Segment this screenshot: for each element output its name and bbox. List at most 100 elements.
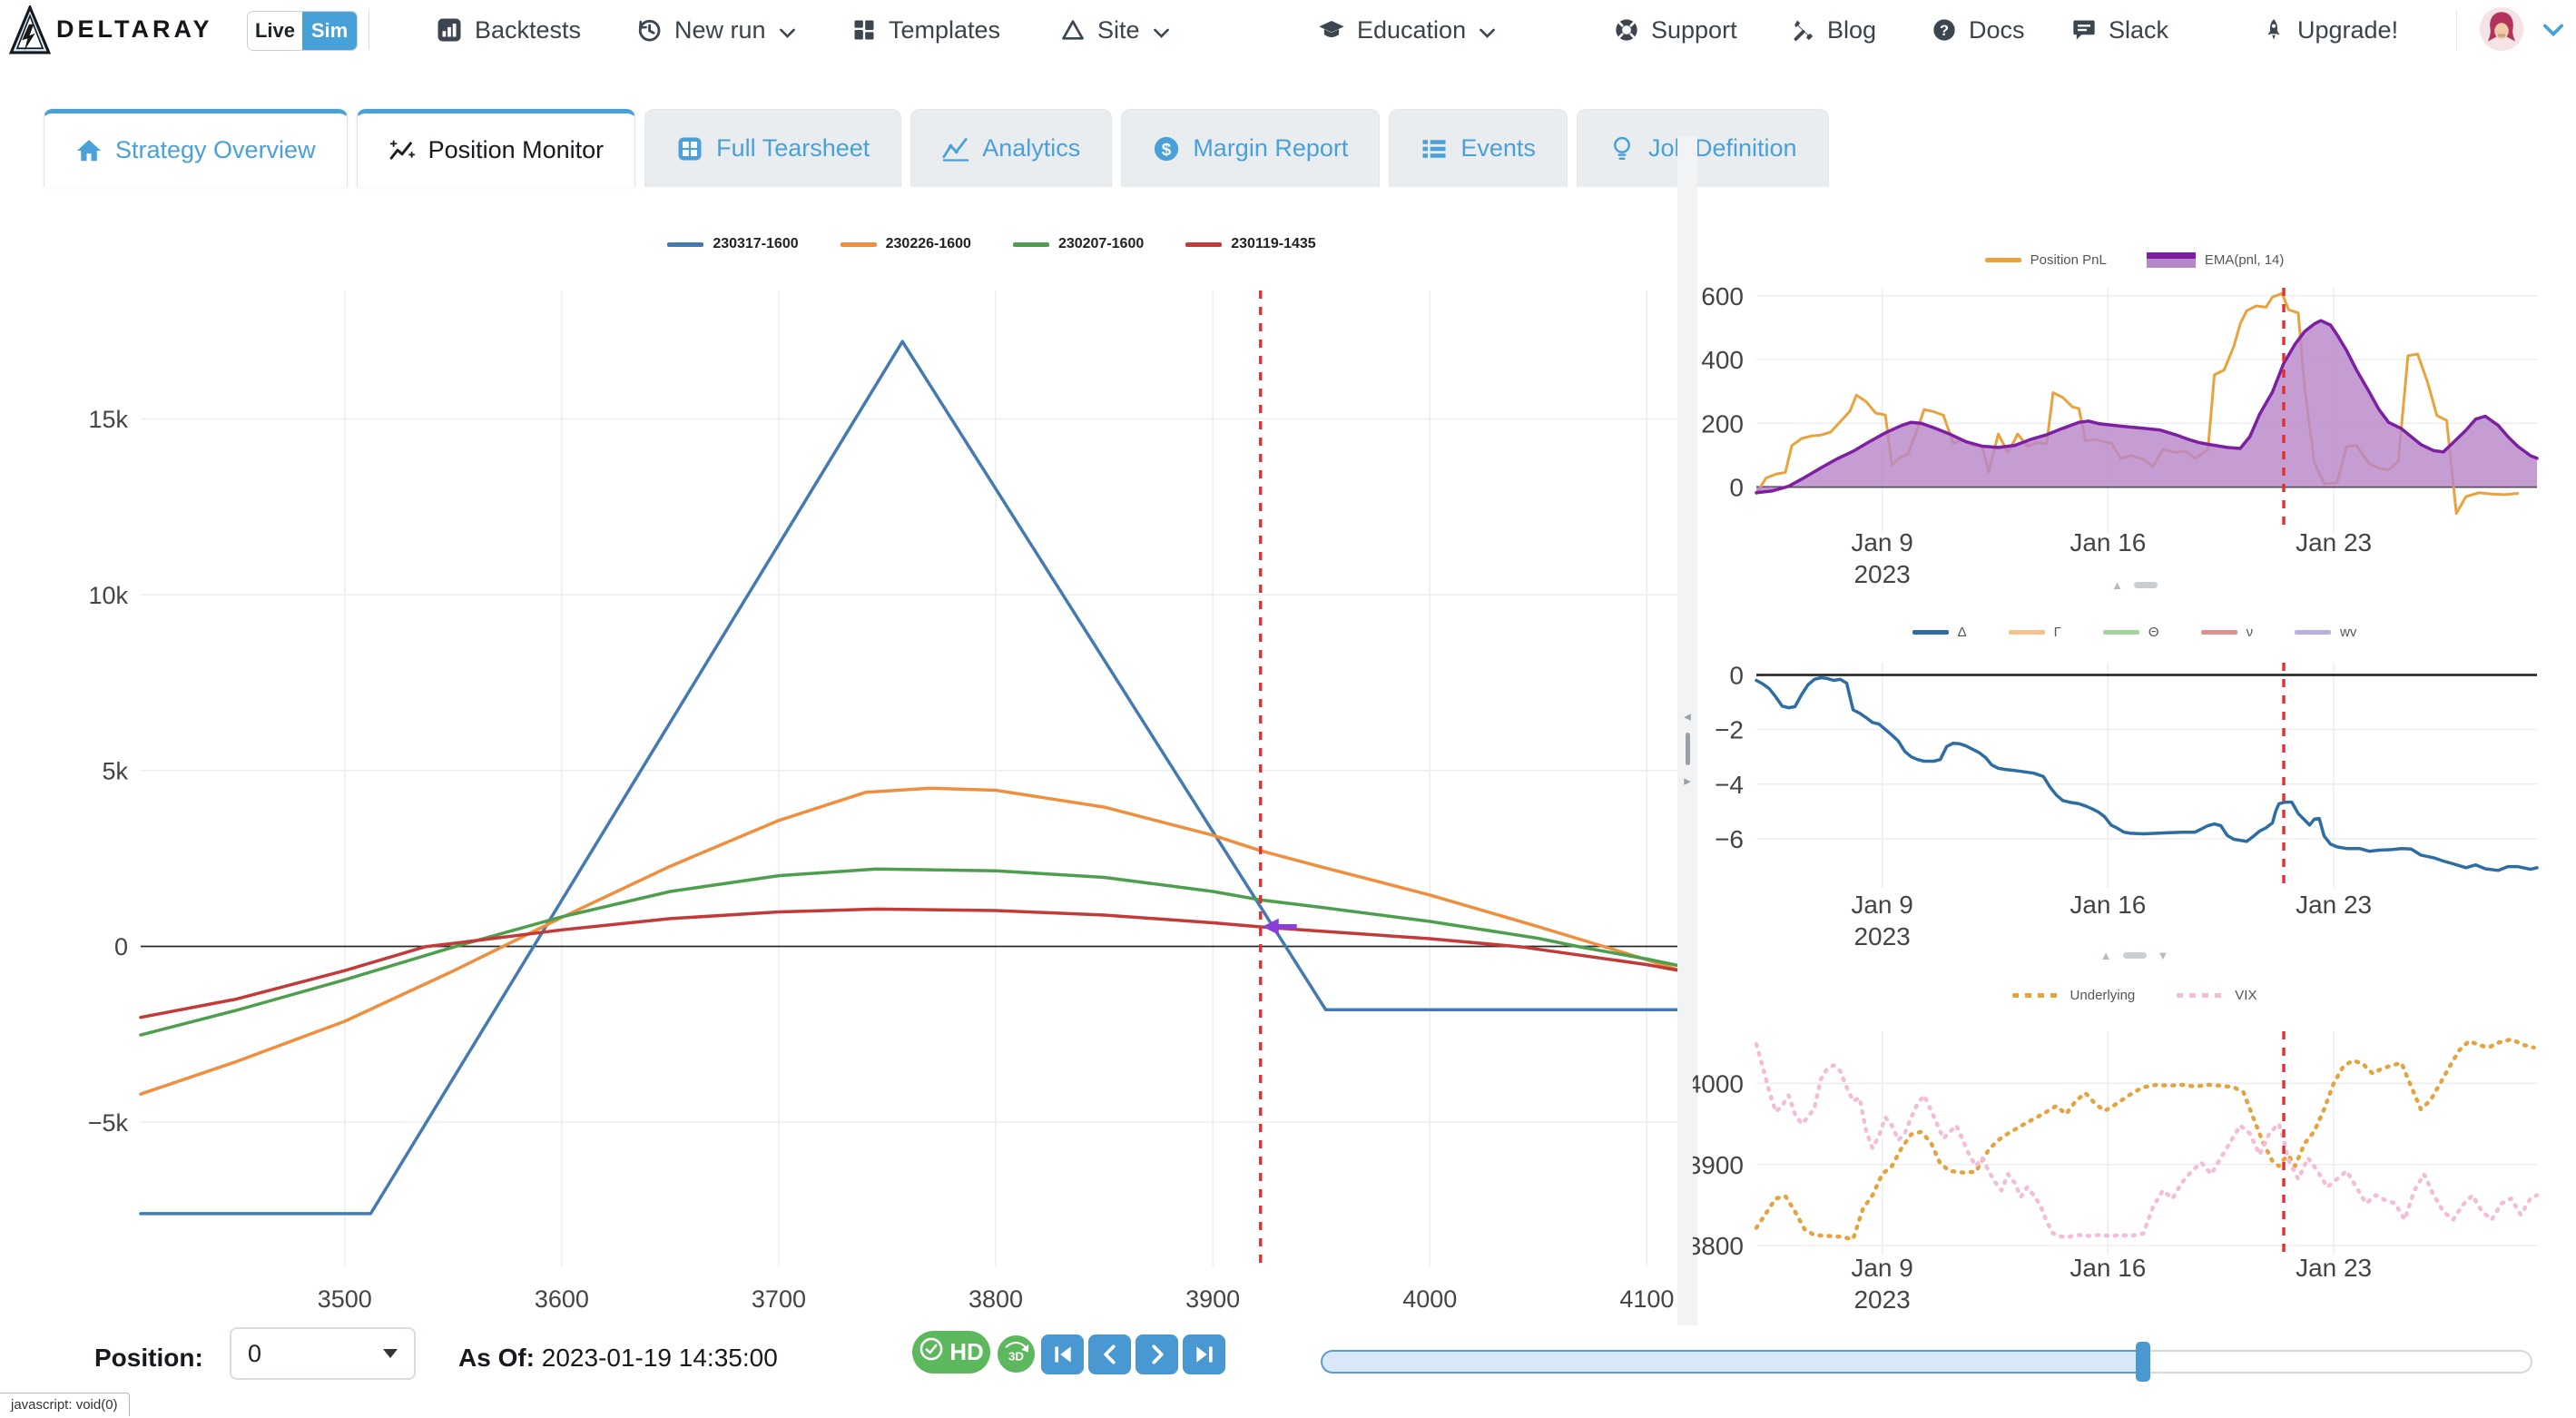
legend-swatch-line <box>2103 630 2139 635</box>
avatar[interactable] <box>2480 7 2523 55</box>
step-forward-button[interactable] <box>1136 1334 1178 1374</box>
skip-start-button[interactable] <box>1041 1334 1084 1374</box>
legend-label: Δ <box>1958 625 1967 640</box>
deltaray-logo-icon[interactable] <box>9 5 51 59</box>
collapse-down-icon[interactable]: ▼ <box>2158 950 2169 961</box>
svg-text:600: 600 <box>1701 282 1744 310</box>
legend-item-Underlying[interactable]: Underlying <box>2012 988 2136 1003</box>
svg-text:3800: 3800 <box>1693 1232 1744 1260</box>
pnl-collapse-control[interactable]: ▲ <box>1693 579 2576 591</box>
svg-text:400: 400 <box>1701 346 1744 374</box>
chevron-down-icon <box>780 16 795 44</box>
check-circle-icon <box>919 1336 944 1368</box>
legend-swatch-line <box>2295 630 2331 635</box>
toggle-sim[interactable]: Sim <box>302 12 357 50</box>
svg-text:4100: 4100 <box>1619 1285 1674 1313</box>
legend-label: VIX <box>2235 988 2256 1003</box>
greeks-collapse-control[interactable]: ▲ ▼ <box>1693 950 2576 961</box>
svg-text:3900: 3900 <box>1693 1151 1744 1179</box>
skip-end-button[interactable] <box>1183 1334 1225 1374</box>
nav-item-education[interactable]: Education <box>1318 0 1495 60</box>
legend-item-VIX[interactable]: VIX <box>2177 988 2256 1003</box>
legend-swatch-line <box>1985 258 2021 262</box>
nav-item-label: Backtests <box>475 16 581 44</box>
step-back-button[interactable] <box>1088 1334 1131 1374</box>
svg-text:2023: 2023 <box>1853 1285 1910 1314</box>
position-label: Position: <box>94 1344 203 1373</box>
payoff-chart[interactable]: 3500360037003800390040004100−5k05k10k15k <box>18 136 1693 1334</box>
nav-item-label: Blog <box>1827 16 1876 44</box>
legend-item-EMA(pnl, 14)[interactable]: EMA(pnl, 14) <box>2147 252 2285 268</box>
svg-text:Jan 16: Jan 16 <box>2070 1254 2146 1282</box>
nav-item-slack[interactable]: Slack <box>2071 0 2168 60</box>
grid-icon <box>851 17 877 43</box>
hd-button[interactable]: HD <box>912 1331 990 1374</box>
svg-text:Jan 23: Jan 23 <box>2296 528 2372 556</box>
status-bar-link-preview: javascript: void(0) <box>0 1393 130 1416</box>
svg-text:Jan 9: Jan 9 <box>1851 528 1912 556</box>
svg-text:3500: 3500 <box>318 1285 372 1313</box>
svg-text:3600: 3600 <box>535 1285 589 1313</box>
svg-text:−2: −2 <box>1715 716 1744 744</box>
nav-item-site[interactable]: Site <box>1060 0 1169 60</box>
chat-icon <box>2071 17 2097 43</box>
asof-label: As Of: <box>458 1344 535 1372</box>
svg-text:3700: 3700 <box>752 1285 806 1313</box>
slider-handle[interactable] <box>2136 1342 2150 1382</box>
greeks-chart[interactable]: Jan 92023Jan 16Jan 230−2−4−6 <box>1693 654 2576 971</box>
pnl-chart[interactable]: Jan 92023Jan 16Jan 230200400600 <box>1693 277 2576 599</box>
position-select[interactable]: 0 <box>230 1327 416 1380</box>
legend-item-Γ[interactable]: Γ <box>2009 625 2061 640</box>
nav-item-backtests[interactable]: Backtests <box>436 0 581 60</box>
rocket-icon <box>2262 16 2286 44</box>
svg-text:Jan 9: Jan 9 <box>1851 891 1912 919</box>
slider-track-rest[interactable] <box>2142 1350 2532 1374</box>
svg-text:−5k: −5k <box>88 1109 129 1137</box>
asof-value: 2023-01-19 14:35:00 <box>542 1344 778 1372</box>
collapse-left-icon[interactable]: ◂ <box>1684 710 1691 724</box>
collapse-up-icon[interactable]: ▲ <box>2111 579 2123 591</box>
brand-title[interactable]: DELTARAY <box>56 15 213 44</box>
toggle-live[interactable]: Live <box>248 12 302 50</box>
svg-text:15k: 15k <box>88 406 128 433</box>
legend-item-wv[interactable]: wv <box>2295 625 2356 640</box>
nav-item-blog[interactable]: Blog <box>1790 0 1876 60</box>
legend-item-ν[interactable]: ν <box>2201 625 2254 640</box>
svg-text:4000: 4000 <box>1402 1285 1457 1313</box>
legend-label: Θ <box>2148 625 2159 640</box>
svg-text:0: 0 <box>1729 662 1744 690</box>
svg-text:Jan 23: Jan 23 <box>2296 1254 2372 1282</box>
nav-item-support[interactable]: Support <box>1614 0 1737 60</box>
underlying-chart[interactable]: Jan 92023Jan 16Jan 23380039004000 <box>1693 1017 2576 1325</box>
svg-text:200: 200 <box>1701 409 1744 438</box>
svg-text:−6: −6 <box>1715 825 1744 853</box>
nav-item-label: Templates <box>889 16 1000 44</box>
nav-item-label: Slack <box>2109 16 2168 44</box>
legend-swatch-line <box>1912 630 1949 635</box>
three-d-button[interactable]: 3D <box>998 1335 1035 1373</box>
position-select-value: 0 <box>248 1340 261 1368</box>
hd-button-label: HD <box>949 1338 984 1366</box>
nav-item-upgrade[interactable]: Upgrade! <box>2262 0 2398 60</box>
drag-handle[interactable] <box>1686 733 1690 765</box>
collapse-dash-icon[interactable] <box>2123 952 2147 959</box>
collapse-dash-icon[interactable] <box>2134 582 2158 588</box>
greeks-legend: Δ Γ Θν wv <box>1693 625 2576 640</box>
nav-item-new-run[interactable]: New run <box>635 0 795 60</box>
timeline-slider[interactable] <box>1321 1340 2532 1384</box>
legend-item-Δ[interactable]: Δ <box>1912 625 1967 640</box>
collapse-up-icon[interactable]: ▲ <box>2100 950 2112 961</box>
legend-swatch-dots <box>2177 993 2226 998</box>
legend-item-Θ[interactable]: Θ <box>2103 625 2159 640</box>
nav-item-label: Site <box>1097 16 1140 44</box>
account-chevron-down-icon[interactable] <box>2543 24 2563 41</box>
navbar-divider-right <box>2456 10 2457 50</box>
legend-label: Position PnL <box>2030 252 2107 268</box>
nav-item-templates[interactable]: Templates <box>851 0 1000 60</box>
collapse-right-icon[interactable]: ▸ <box>1684 774 1691 788</box>
nav-item-docs[interactable]: ?Docs <box>1932 0 2025 60</box>
slider-track-filled[interactable] <box>1321 1350 2142 1374</box>
nav-item-label: Upgrade! <box>2297 16 2398 44</box>
legend-item-Position PnL[interactable]: Position PnL <box>1985 252 2107 268</box>
svg-text:5k: 5k <box>102 758 128 785</box>
